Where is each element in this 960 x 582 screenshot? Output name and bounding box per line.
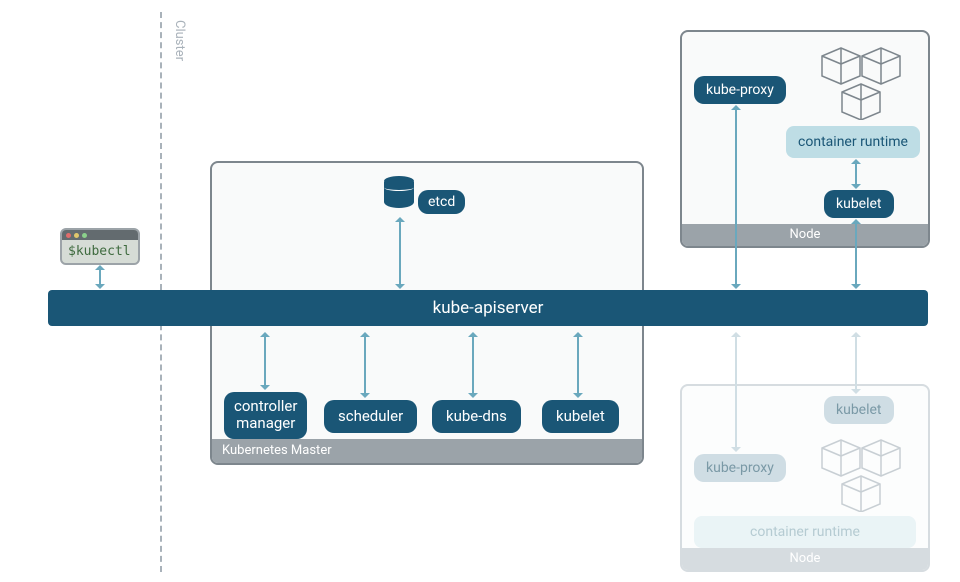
- arrow-kubeproxy-apiserver-bottom: [735, 335, 737, 449]
- kube-proxy-pill-bottom: kube-proxy: [694, 454, 786, 482]
- terminal-titlebar: [62, 230, 138, 240]
- container-cubes-icon-bottom: [806, 434, 916, 512]
- window-max-dot: [82, 233, 87, 238]
- cluster-label: Cluster: [172, 20, 187, 61]
- arrow-etcd-apiserver: [399, 220, 401, 286]
- etcd-database-icon: [384, 176, 414, 212]
- kube-dns-pill: kube-dns: [432, 400, 521, 433]
- kubelet-master-pill: kubelet: [542, 400, 619, 433]
- arrow-kubelet-apiserver-top: [855, 222, 857, 286]
- kube-apiserver-bar: kube-apiserver: [48, 290, 928, 326]
- arrow-kubelet-master: [577, 335, 579, 395]
- arrow-kubelet-apiserver-bottom: [855, 335, 857, 391]
- master-label: Kubernetes Master: [212, 439, 642, 463]
- container-cubes-icon-top: [806, 42, 916, 120]
- arrow-kubeproxy-apiserver-top: [735, 108, 737, 286]
- window-min-dot: [74, 233, 79, 238]
- window-close-dot: [66, 233, 71, 238]
- container-runtime-bottom: container runtime: [694, 516, 916, 548]
- arrow-controller: [264, 335, 266, 387]
- node-label-top: Node: [682, 224, 928, 246]
- arrow-kubectl-apiserver: [99, 268, 101, 286]
- etcd-pill: etcd: [418, 190, 465, 214]
- kubelet-pill-bottom: kubelet: [824, 396, 894, 424]
- controller-manager-pill: controller manager: [224, 392, 307, 439]
- arrow-scheduler: [364, 335, 366, 395]
- arrow-runtime-kubelet-top: [855, 162, 857, 186]
- scheduler-pill: scheduler: [324, 400, 417, 433]
- node-label-bottom: Node: [682, 548, 928, 570]
- arrow-kubedns: [472, 335, 474, 395]
